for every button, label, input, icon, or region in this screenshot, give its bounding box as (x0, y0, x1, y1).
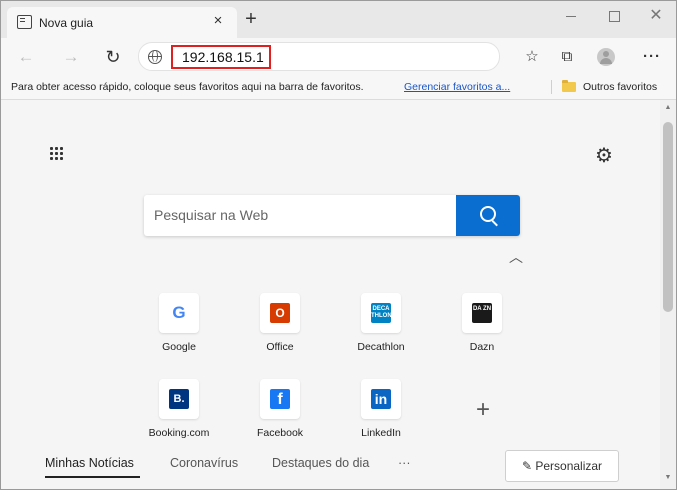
folder-icon (562, 80, 576, 92)
tile-label: Google (162, 341, 196, 353)
favorites-divider (551, 80, 552, 94)
profile-icon[interactable] (597, 48, 615, 66)
tile-label: Office (266, 341, 294, 353)
tab-nova-guia[interactable]: Nova guia × (7, 7, 237, 38)
settings-gear-icon[interactable]: ⚙ (593, 145, 615, 167)
collapse-chevron-icon[interactable]: ︿ (509, 250, 523, 264)
minimize-button[interactable] (556, 5, 586, 27)
tile-icon-box: f (260, 379, 300, 419)
more-options-icon[interactable]: ··· (642, 47, 662, 67)
new-tab-page-icon (17, 15, 32, 29)
tab-title: Nova guia (39, 16, 94, 30)
tile-icon-box: DA ZN (462, 293, 502, 333)
tile-icon-box: in (361, 379, 401, 419)
collections-icon[interactable]: ⧉ (557, 47, 577, 67)
add-favorite-icon[interactable]: ☆ (522, 47, 542, 67)
facebook-logo-icon: f (270, 389, 290, 409)
address-bar[interactable]: 192.168.15.1 (138, 42, 500, 71)
personalize-button[interactable]: ✎ Personalizar (505, 450, 619, 482)
tile-label: Facebook (256, 427, 304, 439)
address-toolbar: ← → ↻ 192.168.15.1 ☆ ⧉ ··· (1, 38, 676, 75)
more-news-tabs-icon[interactable]: ··· (398, 456, 411, 470)
new-tab-page: ⚙ Pesquisar na Web ︿ G Google O Office D… (1, 100, 660, 489)
tile-label: Dazn (469, 341, 495, 353)
forward-button[interactable]: → (60, 46, 82, 68)
back-button[interactable]: ← (15, 46, 37, 68)
quick-link-dazn[interactable]: DA ZN Dazn (442, 293, 522, 365)
tab-minhas-noticias[interactable]: Minhas Notícias (45, 456, 134, 470)
scroll-up-arrow-icon[interactable]: ▲ (664, 104, 672, 112)
tile-icon-box: G (159, 293, 199, 333)
quick-link-facebook[interactable]: f Facebook (240, 379, 320, 451)
dazn-logo-icon: DA ZN (472, 303, 492, 323)
quick-link-office[interactable]: O Office (240, 293, 320, 365)
booking-logo-icon: B. (169, 389, 189, 409)
quick-link-decathlon[interactable]: DECA THLON Decathlon (341, 293, 421, 365)
apps-grid-icon[interactable] (50, 147, 66, 163)
other-favorites-button[interactable]: Outros favoritos (583, 81, 657, 93)
search-icon (480, 206, 496, 222)
page-scrollbar[interactable]: ▲ ▼ (660, 100, 676, 489)
tile-label: LinkedIn (361, 427, 401, 439)
close-window-button[interactable]: ✕ (641, 5, 671, 27)
tab-coronavirus[interactable]: Coronavírus (170, 456, 238, 470)
web-search-box: Pesquisar na Web (144, 195, 520, 236)
reload-button[interactable]: ↻ (102, 46, 124, 68)
tile-label: Decathlon (357, 341, 405, 353)
new-tab-button[interactable]: + (241, 9, 261, 30)
tile-icon-box: O (260, 293, 300, 333)
maximize-button[interactable] (599, 5, 629, 27)
globe-icon (148, 50, 162, 64)
quick-link-linkedin[interactable]: in LinkedIn (341, 379, 421, 451)
search-button[interactable] (456, 195, 520, 236)
quick-link-google[interactable]: G Google (139, 293, 219, 365)
linkedin-logo-icon: in (371, 389, 391, 409)
tile-icon-box: B. (159, 379, 199, 419)
browser-window: Nova guia × + ✕ ← → ↻ 192.168.15.1 ☆ ⧉ ·… (0, 0, 677, 490)
office-logo-icon: O (270, 303, 290, 323)
active-tab-underline (45, 476, 140, 478)
quick-link-booking[interactable]: B. Booking.com (139, 379, 219, 451)
decathlon-logo-icon: DECA THLON (371, 303, 392, 323)
tab-destaques-do-dia[interactable]: Destaques do dia (272, 456, 369, 470)
url-text[interactable]: 192.168.15.1 (182, 49, 264, 65)
google-logo-icon: G (172, 303, 186, 322)
favorites-bar: Para obter acesso rápido, coloque seus f… (1, 75, 676, 100)
add-quick-link-button[interactable]: + (471, 398, 495, 422)
favorites-hint: Para obter acesso rápido, coloque seus f… (11, 81, 364, 93)
tab-close-button[interactable]: × (209, 12, 227, 30)
manage-favorites-link[interactable]: Gerenciar favoritos a... (404, 81, 510, 93)
search-input[interactable]: Pesquisar na Web (154, 207, 268, 223)
tile-icon-box: DECA THLON (361, 293, 401, 333)
tile-label: Booking.com (148, 427, 210, 439)
scroll-thumb[interactable] (663, 122, 673, 312)
scroll-down-arrow-icon[interactable]: ▼ (664, 474, 672, 482)
tab-strip: Nova guia × + ✕ (1, 1, 676, 38)
